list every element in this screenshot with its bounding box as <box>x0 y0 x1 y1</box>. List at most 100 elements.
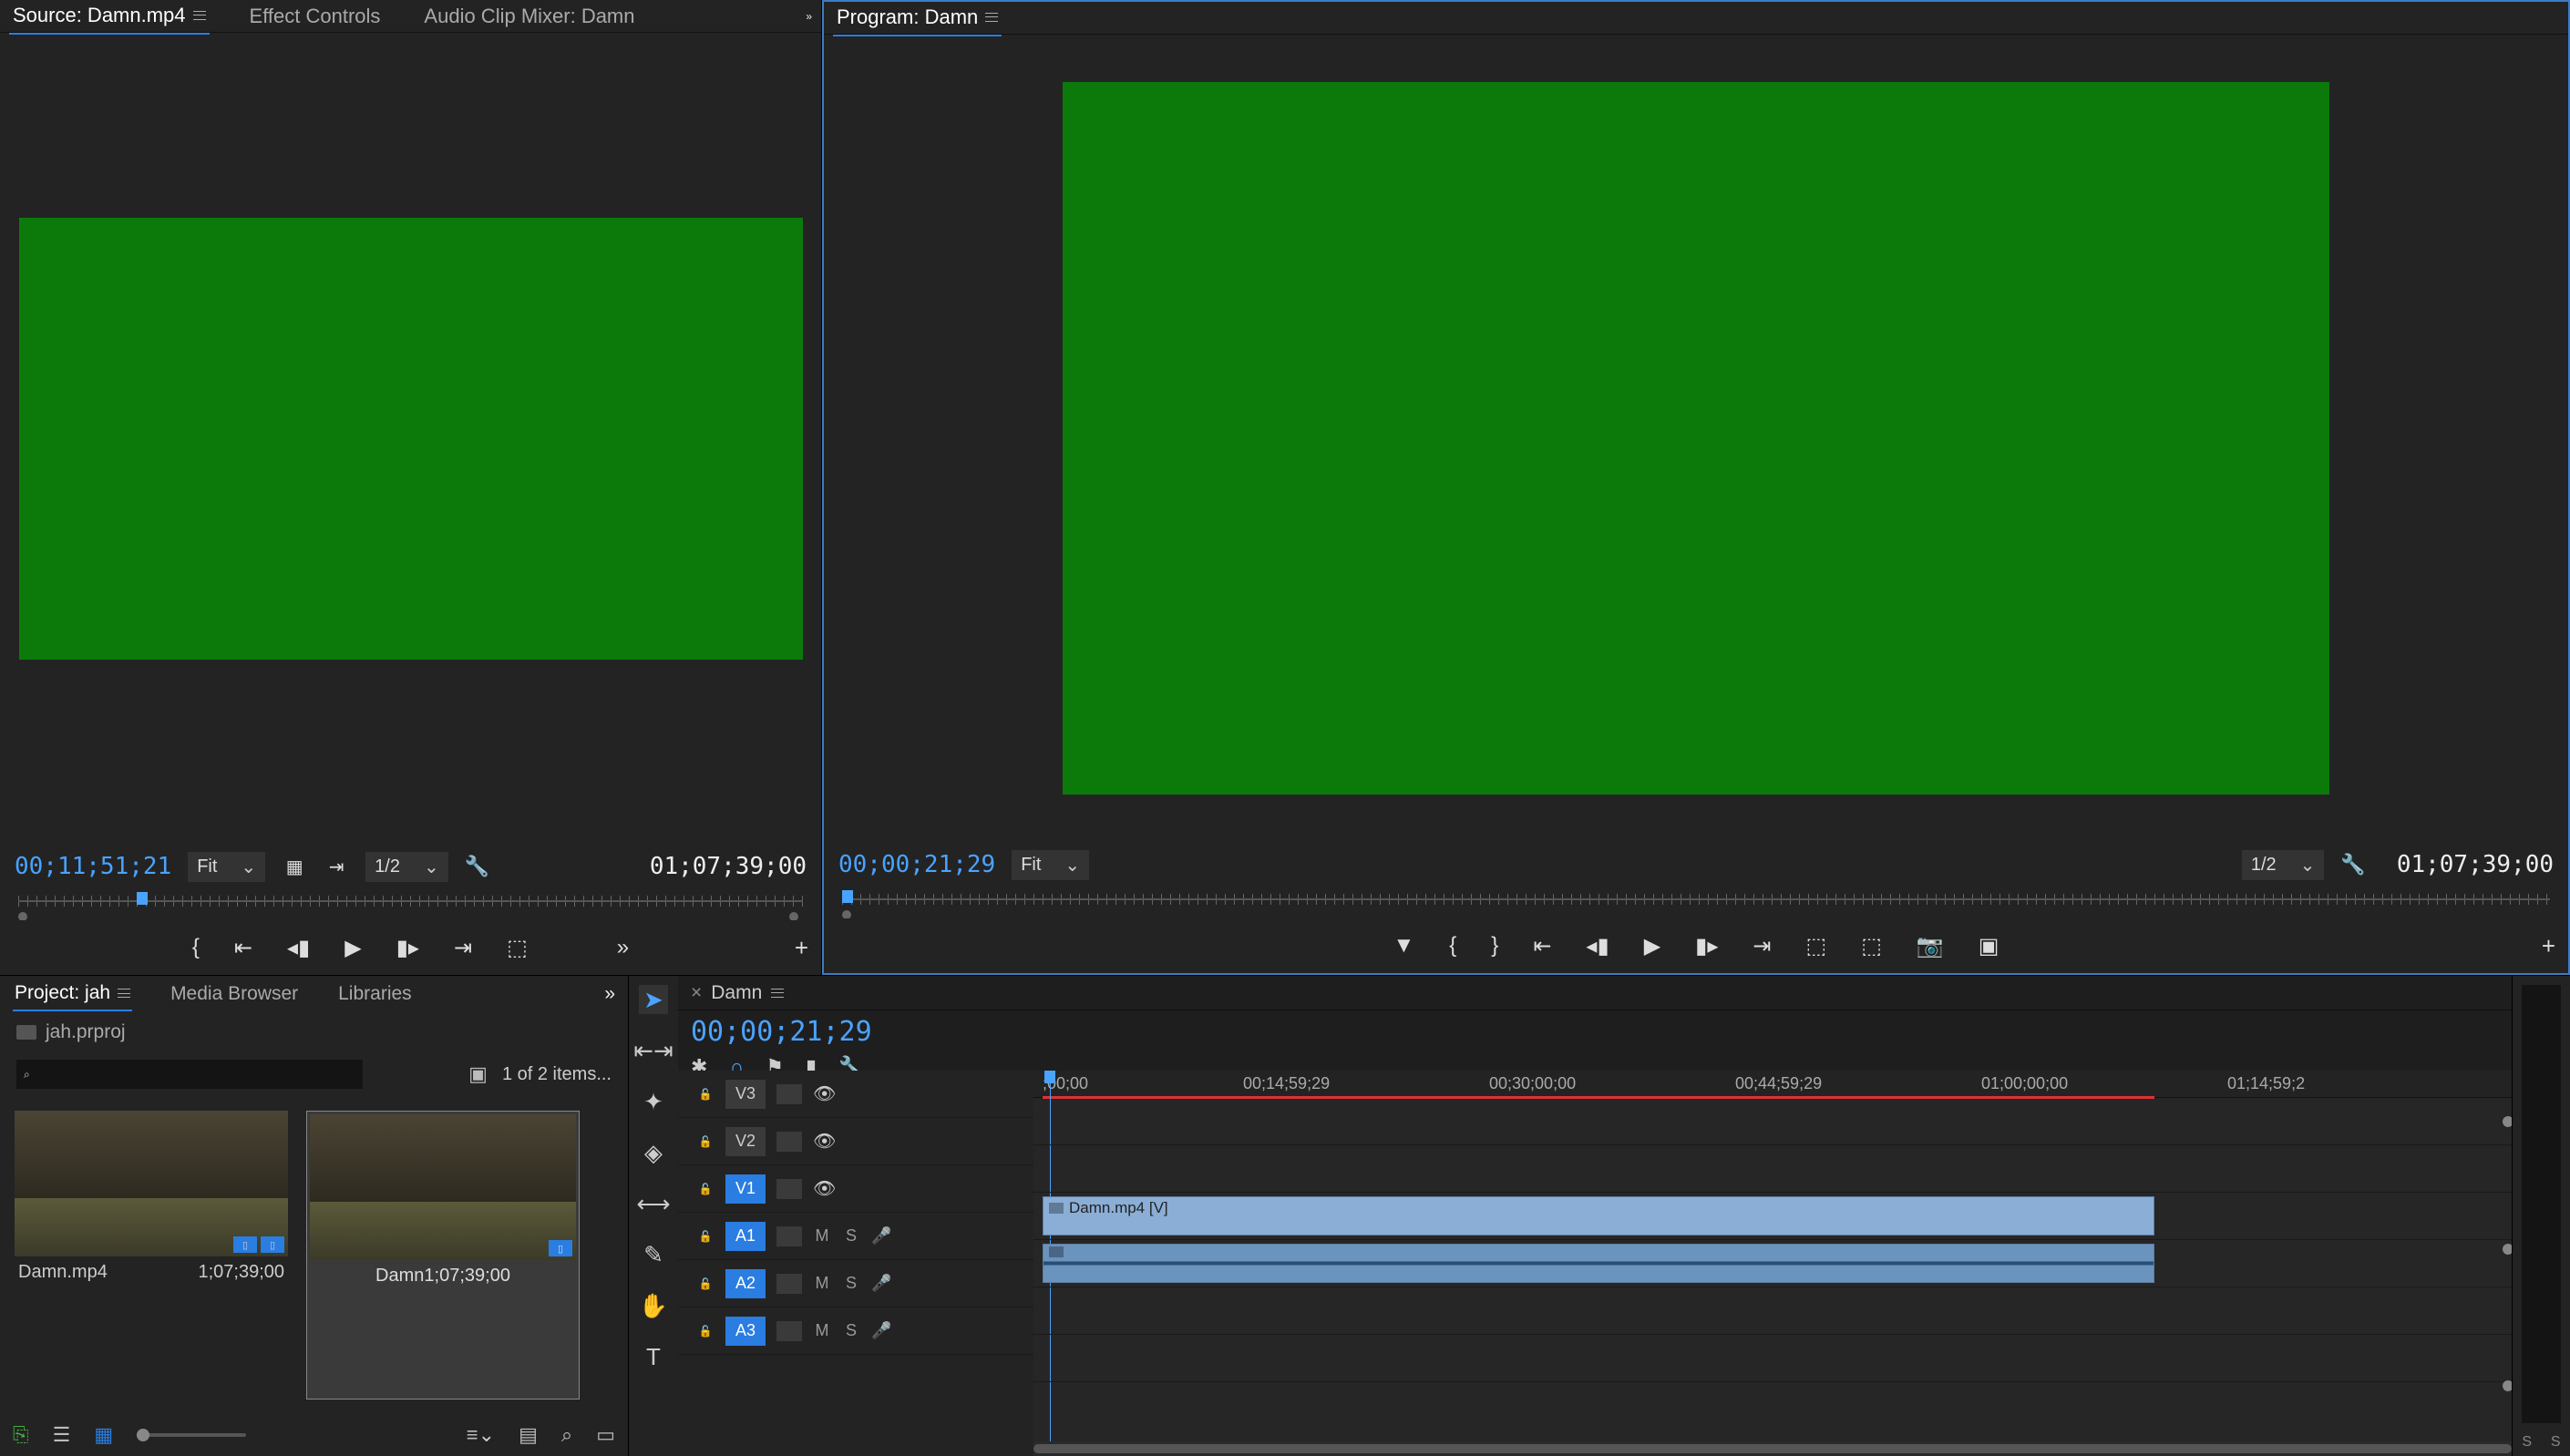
type-tool-icon[interactable]: T <box>639 1342 668 1371</box>
audio-meter[interactable]: S S <box>2512 976 2570 1456</box>
lock-icon[interactable]: 🔓 <box>696 1230 714 1243</box>
tabs-overflow-icon[interactable]: » <box>806 10 812 23</box>
solo-label[interactable]: S <box>2522 1434 2532 1451</box>
track-label[interactable]: A3 <box>725 1317 766 1346</box>
track-header-a2[interactable]: 🔓 A2 MS 🎤 <box>678 1260 1033 1307</box>
tab-media-browser[interactable]: Media Browser <box>169 978 300 1010</box>
settings-icon[interactable]: 🔧 <box>2340 853 2365 877</box>
program-video-area[interactable] <box>824 35 2568 842</box>
program-timecode[interactable]: 00;00;21;29 <box>838 851 995 878</box>
source-timecode-in[interactable]: 00;11;51;21 <box>15 853 171 880</box>
eye-icon[interactable]: 👁 <box>813 1130 836 1153</box>
ripple-tool-icon[interactable]: ✦ <box>639 1087 668 1116</box>
insert-icon[interactable]: ⬚ <box>507 935 528 961</box>
solo-icon[interactable]: S <box>842 1274 860 1293</box>
safe-margins-icon[interactable]: ▦ <box>282 856 307 878</box>
lock-icon[interactable]: 🔓 <box>696 1088 714 1101</box>
track-toggle[interactable] <box>776 1274 802 1294</box>
lock-icon[interactable]: 🔓 <box>696 1277 714 1290</box>
voiceover-icon[interactable]: 🎤 <box>871 1321 889 1340</box>
track-header-a1[interactable]: 🔓 A1 MS 🎤 <box>678 1213 1033 1260</box>
play-icon[interactable]: ▶ <box>1644 933 1660 959</box>
tab-effect-controls[interactable]: Effect Controls <box>246 0 385 34</box>
program-res-select[interactable]: 1/2 <box>2242 850 2325 880</box>
go-to-out-icon[interactable]: ⇥ <box>454 935 472 961</box>
go-to-in-icon[interactable]: ⇤ <box>1533 933 1551 959</box>
source-playhead[interactable] <box>137 892 148 905</box>
track-label[interactable]: V3 <box>725 1080 766 1109</box>
source-video-area[interactable] <box>0 33 821 844</box>
selection-tool-icon[interactable]: ➤ <box>639 985 668 1014</box>
camera-icon[interactable]: ▣ <box>468 1062 488 1086</box>
bin-item[interactable]: ▯ Damn1;07;39;00 <box>306 1111 580 1400</box>
step-fwd-icon[interactable]: ▮▸ <box>396 935 419 961</box>
add-button-icon[interactable]: + <box>795 934 808 962</box>
overflow-icon[interactable]: » <box>617 935 629 960</box>
lock-icon[interactable]: 🔓 <box>696 1183 714 1195</box>
new-bin-icon[interactable]: ▭ <box>596 1423 615 1447</box>
track-label[interactable]: V1 <box>725 1174 766 1204</box>
extract-icon[interactable]: ⬚ <box>1861 933 1882 959</box>
step-back-icon[interactable]: ◂▮ <box>1586 933 1609 959</box>
v-zoom-knob[interactable] <box>2503 1244 2512 1255</box>
write-lock-icon[interactable]: ⎘ <box>13 1423 29 1447</box>
close-icon[interactable]: × <box>691 982 702 1004</box>
insert-overwrite-icon[interactable]: ⇥ <box>324 856 349 878</box>
mark-in-icon[interactable]: { <box>192 935 200 960</box>
solo-icon[interactable]: S <box>842 1226 860 1246</box>
thumbnail-slider[interactable] <box>137 1433 246 1437</box>
time-ruler[interactable]: ;00;00 00;14;59;29 00;30;00;00 00;44;59;… <box>1033 1071 2512 1098</box>
tabs-overflow-icon[interactable]: » <box>604 983 615 1005</box>
solo-label[interactable]: S <box>2551 1434 2561 1451</box>
step-fwd-icon[interactable]: ▮▸ <box>1695 933 1718 959</box>
track-toggle[interactable] <box>776 1321 802 1341</box>
track-a3[interactable] <box>1033 1335 2512 1382</box>
tab-program[interactable]: Program: Damn <box>833 0 1002 36</box>
project-file-row[interactable]: jah.prproj <box>0 1012 628 1052</box>
comparison-icon[interactable]: ▣ <box>1979 933 1999 959</box>
program-zoom-select[interactable]: Fit <box>1012 850 1089 880</box>
lock-icon[interactable]: 🔓 <box>696 1325 714 1338</box>
tab-project[interactable]: Project: jah <box>13 977 132 1011</box>
tab-source[interactable]: Source: Damn.mp4 <box>9 0 210 35</box>
track-label[interactable]: A2 <box>725 1269 766 1298</box>
list-view-icon[interactable]: ☰ <box>53 1423 71 1447</box>
track-header-v2[interactable]: 🔓V2👁 <box>678 1118 1033 1165</box>
mute-icon[interactable]: M <box>813 1274 831 1293</box>
track-toggle[interactable] <box>776 1132 802 1152</box>
add-button-icon[interactable]: + <box>2542 932 2555 960</box>
sort-icon[interactable]: ≡ <box>467 1423 495 1447</box>
step-back-icon[interactable]: ◂▮ <box>287 935 310 961</box>
track-toggle[interactable] <box>776 1179 802 1199</box>
icon-view-icon[interactable]: ▦ <box>94 1423 113 1447</box>
play-icon[interactable]: ▶ <box>344 935 361 961</box>
voiceover-icon[interactable]: 🎤 <box>871 1226 889 1246</box>
mark-out-icon[interactable]: } <box>1491 933 1498 959</box>
track-toggle[interactable] <box>776 1084 802 1104</box>
export-frame-icon[interactable]: 📷 <box>1917 933 1944 959</box>
thumbnail[interactable]: ▯ <box>310 1114 576 1260</box>
thumbnail[interactable]: ▯▯ <box>15 1111 288 1256</box>
eye-icon[interactable]: 👁 <box>813 1177 836 1200</box>
add-marker-icon[interactable]: ▼ <box>1393 933 1415 959</box>
panel-menu-icon[interactable] <box>985 13 998 22</box>
mark-in-icon[interactable]: { <box>1449 933 1456 959</box>
track-v3[interactable] <box>1033 1098 2512 1145</box>
video-clip[interactable]: Damn.mp4 [V] <box>1043 1196 2154 1236</box>
track-a1[interactable] <box>1033 1240 2512 1287</box>
track-v2[interactable] <box>1033 1145 2512 1193</box>
v-zoom-knob[interactable] <box>2503 1380 2512 1391</box>
lock-icon[interactable]: 🔓 <box>696 1135 714 1148</box>
track-label[interactable]: A1 <box>725 1222 766 1251</box>
track-area[interactable]: ;00;00 00;14;59;29 00;30;00;00 00;44;59;… <box>1033 1071 2512 1456</box>
panel-menu-icon[interactable] <box>771 989 784 998</box>
panel-menu-icon[interactable] <box>193 11 206 20</box>
voiceover-icon[interactable]: 🎤 <box>871 1274 889 1293</box>
tab-audio-mixer[interactable]: Audio Clip Mixer: Damn <box>420 0 638 34</box>
find-icon[interactable]: ⌕ <box>561 1423 572 1447</box>
mute-icon[interactable]: M <box>813 1226 831 1246</box>
timeline-timecode[interactable]: 00;00;21;29 <box>691 1016 872 1048</box>
program-scrubber[interactable] <box>824 887 2568 918</box>
track-header-v3[interactable]: 🔓V3👁 <box>678 1071 1033 1118</box>
hand-tool-icon[interactable]: ✋ <box>639 1291 668 1320</box>
